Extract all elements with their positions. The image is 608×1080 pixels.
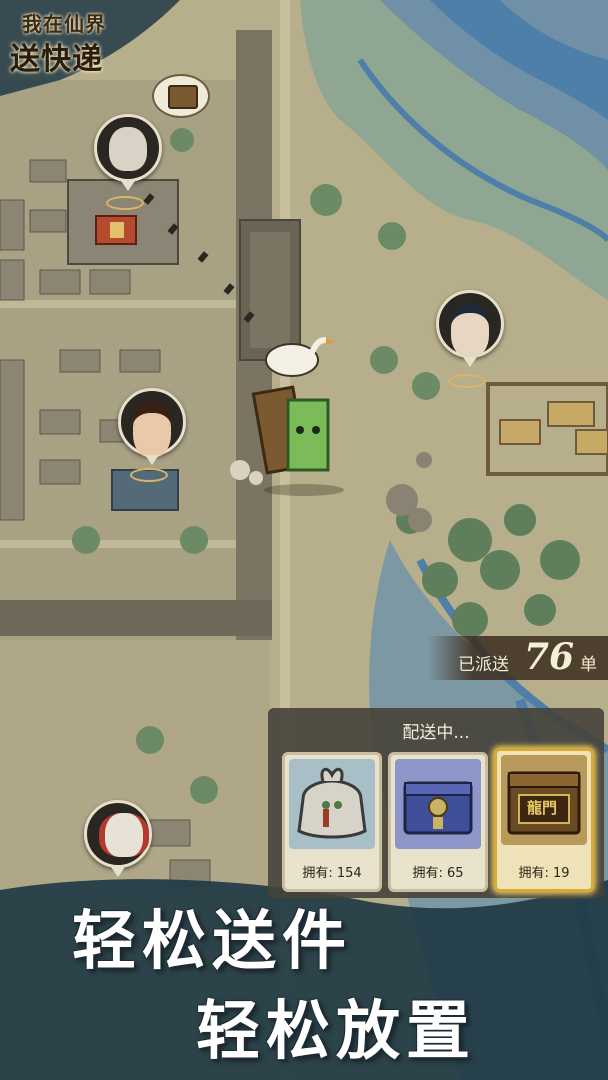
slogan-line1: 轻松送件 xyxy=(72,904,352,979)
delivery-panel: 配送中... 拥有: 154 拥有: 65 龍門 拥有: 19 xyxy=(268,708,604,898)
location-ring xyxy=(130,468,168,482)
character-marker-masked-man[interactable] xyxy=(84,800,152,877)
location-ring xyxy=(448,374,486,388)
delivered-unit: 单 xyxy=(580,655,597,675)
package-card-blue-chest[interactable]: 拥有: 65 xyxy=(388,752,488,892)
blue-chest-icon xyxy=(395,759,481,849)
thought-bubble-chest-icon xyxy=(152,74,210,118)
location-ring xyxy=(106,196,144,210)
logo-line2: 送快递 xyxy=(10,42,103,77)
logo-line1: 我在仙界 xyxy=(22,12,106,36)
avatar xyxy=(99,813,149,857)
delivered-label: 已派送 xyxy=(458,655,509,675)
character-marker-old-sage[interactable] xyxy=(436,290,504,367)
cloth-bundle-icon xyxy=(289,759,375,849)
delivered-counter: 已派送 76 单 xyxy=(428,636,608,680)
package-card-cloth-bundle[interactable]: 拥有: 154 xyxy=(282,752,382,892)
chest-icon xyxy=(168,85,198,109)
map-area[interactable]: 我在仙界 送快递 已派送 76 单 配送中... 拥有: 154 拥有: 65 … xyxy=(0,0,608,1080)
delivered-count: 76 xyxy=(524,636,575,678)
slogan-line2: 轻松放置 xyxy=(196,994,476,1069)
game-logo: 我在仙界 送快递 xyxy=(4,4,142,77)
chest-label: 龍門 xyxy=(527,799,558,817)
package-count: 拥有: 19 xyxy=(518,866,570,881)
package-count: 拥有: 154 xyxy=(302,866,362,881)
character-marker-white-hair-swordswoman[interactable] xyxy=(94,114,162,191)
dragon-gate-chest-icon: 龍門 xyxy=(501,755,587,845)
package-card-dragon-gate-chest[interactable]: 龍門 拥有: 19 xyxy=(494,748,594,892)
package-count: 拥有: 65 xyxy=(412,866,464,881)
avatar xyxy=(133,401,171,457)
avatar xyxy=(109,127,147,171)
avatar xyxy=(451,303,489,357)
character-marker-girl[interactable] xyxy=(118,388,186,465)
delivery-status-title: 配送中... xyxy=(402,723,470,743)
